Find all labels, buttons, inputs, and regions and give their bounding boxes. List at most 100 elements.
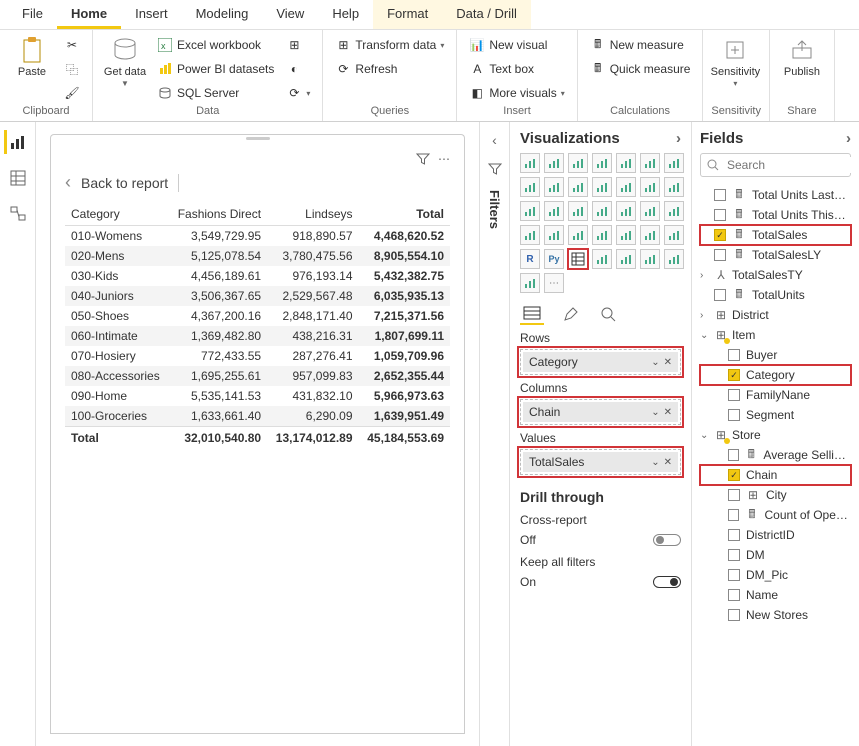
field-chip-totalsales[interactable]: TotalSales ⌄✕: [523, 452, 678, 472]
field-category[interactable]: ✓Category: [700, 365, 851, 385]
pie-icon[interactable]: [544, 201, 564, 221]
enter-data-button[interactable]: ⊞: [282, 34, 314, 56]
clustered-bar-icon[interactable]: [568, 153, 588, 173]
field-districtid[interactable]: DistrictID: [700, 525, 851, 545]
field-dm[interactable]: DM: [700, 545, 851, 565]
stacked-column-icon[interactable]: [544, 153, 564, 173]
new-visual-button[interactable]: 📊New visual: [465, 34, 568, 56]
field-new-stores[interactable]: New Stores: [700, 605, 851, 625]
table-total-row[interactable]: Total32,010,540.8013,174,012.8945,184,55…: [65, 427, 450, 449]
table-row[interactable]: 080-Accessories1,695,255.61957,099.832,6…: [65, 366, 450, 386]
sql-server-button[interactable]: SQL Server: [153, 82, 278, 104]
remove-field-icon[interactable]: ✕: [664, 457, 672, 468]
table-row[interactable]: 090-Home5,535,141.53431,832.105,966,973.…: [65, 386, 450, 406]
tab-view[interactable]: View: [262, 0, 318, 29]
expand-filters-button[interactable]: ‹: [492, 132, 497, 148]
report-view-button[interactable]: [4, 130, 28, 154]
field-totalsalesly[interactable]: 🖩TotalSalesLY: [700, 245, 851, 265]
field-chip-category[interactable]: Category ⌄✕: [523, 352, 678, 372]
dataverse-button[interactable]: ◐: [282, 58, 314, 80]
sensitivity-button[interactable]: Sensitivity ▾: [711, 34, 759, 91]
table-icon[interactable]: [640, 225, 660, 245]
tab-file[interactable]: File: [8, 0, 57, 29]
field-segment[interactable]: Segment: [700, 405, 851, 425]
keep-filters-toggle[interactable]: [653, 576, 681, 588]
table-district[interactable]: ›⊞District: [700, 305, 851, 325]
fields-search[interactable]: [700, 153, 851, 177]
r-visual-icon[interactable]: R: [520, 249, 540, 269]
col-header[interactable]: Lindseys: [267, 203, 358, 226]
table-item[interactable]: ⌄⊞Item: [700, 325, 851, 345]
table-row[interactable]: 060-Intimate1,369,482.80438,216.311,807,…: [65, 326, 450, 346]
field-dm-pic[interactable]: DM_Pic: [700, 565, 851, 585]
field-count-open[interactable]: 🖩Count of Open…: [700, 505, 851, 525]
multi-row-card-icon[interactable]: [568, 225, 588, 245]
field-name[interactable]: Name: [700, 585, 851, 605]
fields-tab[interactable]: [520, 303, 544, 325]
paste-button[interactable]: Paste: [8, 34, 56, 80]
rows-field-well[interactable]: Category ⌄✕: [520, 349, 681, 375]
col-header[interactable]: Total: [359, 203, 450, 226]
field-chip-chain[interactable]: Chain ⌄✕: [523, 402, 678, 422]
quick-measure-button[interactable]: 🖩Quick measure: [586, 58, 695, 80]
copy-button[interactable]: ⿻: [60, 58, 84, 80]
azure-map-icon[interactable]: [664, 201, 684, 221]
filter-icon[interactable]: [416, 152, 430, 166]
remove-field-icon[interactable]: ✕: [664, 357, 672, 368]
treemap-icon[interactable]: [592, 201, 612, 221]
cut-button[interactable]: ✂: [60, 34, 84, 56]
stacked-bar-icon[interactable]: [520, 153, 540, 173]
matrix-icon[interactable]: [664, 225, 684, 245]
stacked-area-icon[interactable]: [544, 177, 564, 197]
table-row[interactable]: 070-Hosiery772,433.55287,276.411,059,709…: [65, 346, 450, 366]
map-icon[interactable]: [616, 201, 636, 221]
format-tab[interactable]: [558, 303, 582, 325]
col-header[interactable]: Fashions Direct: [169, 203, 267, 226]
line-icon[interactable]: [664, 153, 684, 173]
text-box-button[interactable]: AText box: [465, 58, 568, 80]
collapse-pane-button[interactable]: ›: [676, 130, 681, 147]
refresh-button[interactable]: ⟳Refresh: [331, 58, 448, 80]
field-buyer[interactable]: Buyer: [700, 345, 851, 365]
drag-handle[interactable]: [246, 137, 270, 140]
pbi-datasets-button[interactable]: Power BI datasets: [153, 58, 278, 80]
powerapps-icon[interactable]: ⋯: [544, 273, 564, 293]
tab-insert[interactable]: Insert: [121, 0, 182, 29]
card-icon[interactable]: [544, 225, 564, 245]
tab-home[interactable]: Home: [57, 0, 121, 29]
collapse-pane-button[interactable]: ›: [846, 130, 851, 147]
line-clustered-column-icon[interactable]: [592, 177, 612, 197]
table-row[interactable]: 030-Kids4,456,189.61976,193.145,432,382.…: [65, 266, 450, 286]
field-city[interactable]: ⊞City: [700, 485, 851, 505]
columns-field-well[interactable]: Chain ⌄✕: [520, 399, 681, 425]
transform-data-button[interactable]: ⊞Transform data▾: [331, 34, 448, 56]
remove-field-icon[interactable]: ✕: [664, 407, 672, 418]
format-painter-button[interactable]: 🖌: [60, 82, 84, 104]
area-icon[interactable]: [520, 177, 540, 197]
donut-icon[interactable]: [568, 201, 588, 221]
field-chain[interactable]: ✓Chain: [700, 465, 851, 485]
matrix-visual[interactable]: Category Fashions Direct Lindseys Total …: [65, 203, 450, 448]
more-visuals-button[interactable]: ◧More visuals▾: [465, 82, 568, 104]
filled-map-icon[interactable]: [640, 201, 660, 221]
gauge-icon[interactable]: [520, 225, 540, 245]
field-total-units-last[interactable]: 🖩Total Units Last…: [700, 185, 851, 205]
arc-gis-icon[interactable]: [520, 273, 540, 293]
chevron-down-icon[interactable]: ⌄: [651, 357, 659, 368]
model-view-button[interactable]: [6, 202, 30, 226]
analytics-tab[interactable]: [596, 303, 620, 325]
chevron-down-icon[interactable]: ⌄: [651, 457, 659, 468]
field-totalsales[interactable]: ✓🖩TotalSales: [700, 225, 851, 245]
tab-format[interactable]: Format: [373, 0, 442, 29]
table-row[interactable]: 020-Mens5,125,078.543,780,475.568,905,55…: [65, 246, 450, 266]
col-header[interactable]: Category: [65, 203, 169, 226]
smart-narrative-icon[interactable]: [664, 249, 684, 269]
field-familyname[interactable]: FamilyNane: [700, 385, 851, 405]
table-row[interactable]: 050-Shoes4,367,200.162,848,171.407,215,3…: [65, 306, 450, 326]
clustered-column-icon[interactable]: [592, 153, 612, 173]
qna-icon[interactable]: [616, 249, 636, 269]
back-to-report-link[interactable]: Back to report: [81, 175, 168, 191]
100-bar-icon[interactable]: [616, 153, 636, 173]
table-totalsalesty[interactable]: ›⅄TotalSalesTY: [700, 265, 851, 285]
line-stacked-column-icon[interactable]: [568, 177, 588, 197]
